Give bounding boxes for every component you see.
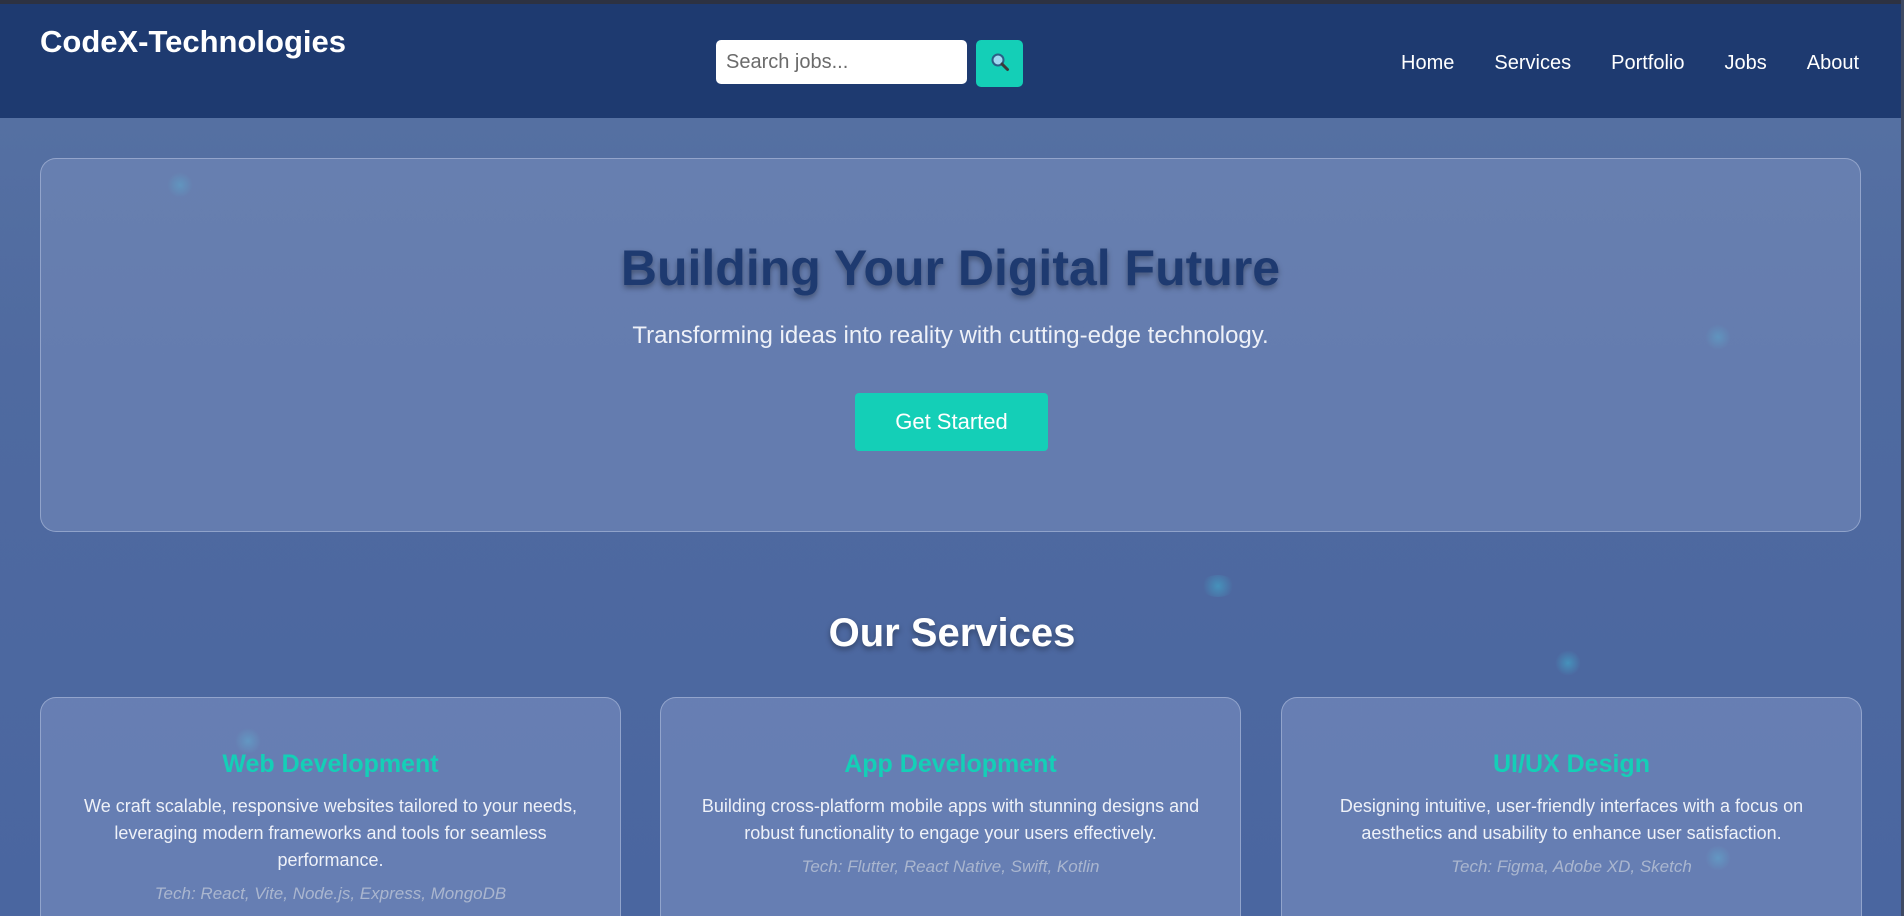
nav-jobs[interactable]: Jobs [1724, 52, 1766, 75]
service-card-uiux: UI/UX Design Designing intuitive, user-f… [1281, 697, 1862, 916]
nav-services[interactable]: Services [1494, 52, 1571, 75]
search-input[interactable] [716, 40, 967, 84]
nav-portfolio[interactable]: Portfolio [1611, 52, 1684, 75]
service-card-web: Web Development We craft scalable, respo… [40, 697, 621, 916]
hero-section: Building Your Digital Future Transformin… [40, 158, 1861, 532]
service-card-description: Designing intuitive, user-friendly inter… [1339, 796, 1804, 843]
search-button[interactable] [976, 40, 1023, 87]
service-card-tech: Tech: Flutter, React Native, Swift, Kotl… [801, 857, 1100, 876]
site-header: CodeX-Technologies Home Services Portfol… [0, 4, 1901, 118]
service-card-title: App Development [844, 750, 1057, 778]
service-card-tech: Tech: Figma, Adobe XD, Sketch [1451, 857, 1692, 876]
hero-title: Building Your Digital Future [620, 240, 1281, 296]
services-title: Our Services [828, 611, 1076, 655]
service-card-app: App Development Building cross-platform … [660, 697, 1241, 916]
service-card-tech: Tech: React, Vite, Node.js, Express, Mon… [154, 884, 507, 903]
get-started-button[interactable]: Get Started [855, 393, 1048, 451]
service-card-description: We craft scalable, responsive websites t… [84, 796, 577, 870]
magnifier-icon [990, 52, 1010, 75]
nav-home[interactable]: Home [1401, 52, 1454, 75]
nav-about[interactable]: About [1807, 52, 1859, 75]
hero-subtitle: Transforming ideas into reality with cut… [632, 322, 1269, 349]
brand-logo[interactable]: CodeX-Technologies [40, 24, 346, 60]
service-card-description: Building cross-platform mobile apps with… [701, 796, 1200, 843]
service-card-title: Web Development [222, 750, 439, 778]
service-card-title: UI/UX Design [1493, 750, 1650, 778]
main-nav: Home Services Portfolio Jobs About [1401, 52, 1859, 75]
decorative-dot [1200, 575, 1236, 597]
